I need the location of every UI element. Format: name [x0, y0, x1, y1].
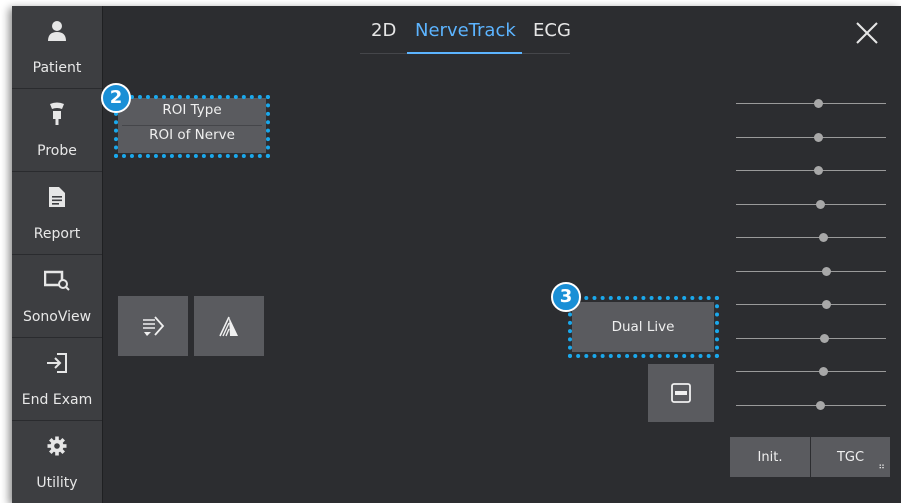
tgc-slider-handle[interactable] [818, 233, 828, 242]
tgc-slider-handle[interactable] [814, 99, 823, 108]
patient-icon [12, 20, 102, 42]
tgc-button-label: TGC [836, 449, 865, 465]
sidebar-item-sonoview[interactable]: SonoView [12, 255, 102, 338]
tgc-slider-handle[interactable] [814, 132, 823, 142]
sidebar-item-patient[interactable]: Patient [12, 6, 102, 89]
flip-horizontal-button[interactable] [118, 296, 188, 356]
tgc-slider-handle[interactable] [818, 367, 828, 376]
sidebar-item-label: SonoView [22, 309, 92, 325]
sidebar-item-label: Patient [32, 60, 82, 76]
tab-nervetrack[interactable]: NerveTrack [415, 20, 516, 41]
tgc-slider-track [736, 371, 886, 372]
gear-icon [12, 435, 102, 457]
sidebar-item-probe[interactable]: Probe [12, 89, 102, 172]
ultrasound-screen: Patient Probe Report SonoView End Exam U… [12, 6, 901, 503]
sidebar-item-label: Probe [37, 143, 77, 159]
flip-vertical-button[interactable] [194, 296, 264, 356]
end-exam-icon [12, 352, 102, 374]
tab-ecg[interactable]: ECG [533, 20, 571, 41]
sidebar-item-utility[interactable]: Utility [12, 421, 102, 503]
tgc-slider-track [736, 237, 886, 238]
tgc-slider-handle[interactable] [821, 300, 831, 309]
dual-live-highlight-box [568, 296, 719, 358]
tgc-slider-track [736, 136, 886, 138]
flip-vertical-icon [219, 316, 238, 337]
tgc-slider-track [736, 337, 886, 339]
grip-icon: ⠶ [878, 462, 885, 472]
flip-horizontal-icon [143, 316, 165, 336]
tab-2d[interactable]: 2D [371, 20, 396, 41]
tgc-slider-track [736, 304, 886, 305]
sidebar-item-report[interactable]: Report [12, 172, 102, 255]
step-badge-3: 3 [551, 282, 581, 312]
active-tab-indicator [407, 52, 522, 54]
tgc-slider-track [736, 170, 886, 171]
sidebar-item-end-exam[interactable]: End Exam [12, 338, 102, 421]
tgc-slider-track [736, 203, 886, 205]
tgc-slider-handle[interactable] [815, 400, 825, 410]
tgc-slider-track [736, 404, 886, 406]
tgc-slider-handle[interactable] [820, 333, 829, 343]
tgc-slider-handle[interactable] [815, 199, 825, 209]
report-icon [12, 186, 102, 208]
sidebar-item-label: Report [33, 226, 81, 242]
close-icon[interactable] [854, 20, 880, 46]
sonoview-icon [12, 269, 102, 291]
roi-highlight-box [114, 95, 270, 158]
probe-icon [12, 102, 102, 125]
display-layout-icon [671, 383, 691, 403]
tgc-slider-track [736, 270, 886, 272]
step-badge-2: 2 [101, 83, 131, 113]
tgc-slider-track [736, 103, 886, 104]
sidebar-item-label: End Exam [21, 392, 93, 408]
init-button[interactable]: Init. [730, 437, 810, 477]
sidebar-item-label: Utility [36, 475, 78, 491]
tgc-button[interactable]: TGC ⠶ [811, 437, 890, 477]
sidebar: Patient Probe Report SonoView End Exam U… [12, 6, 103, 503]
display-layout-button[interactable] [648, 364, 714, 422]
tgc-slider-handle[interactable] [814, 166, 823, 175]
tgc-slider-handle[interactable] [821, 266, 831, 276]
